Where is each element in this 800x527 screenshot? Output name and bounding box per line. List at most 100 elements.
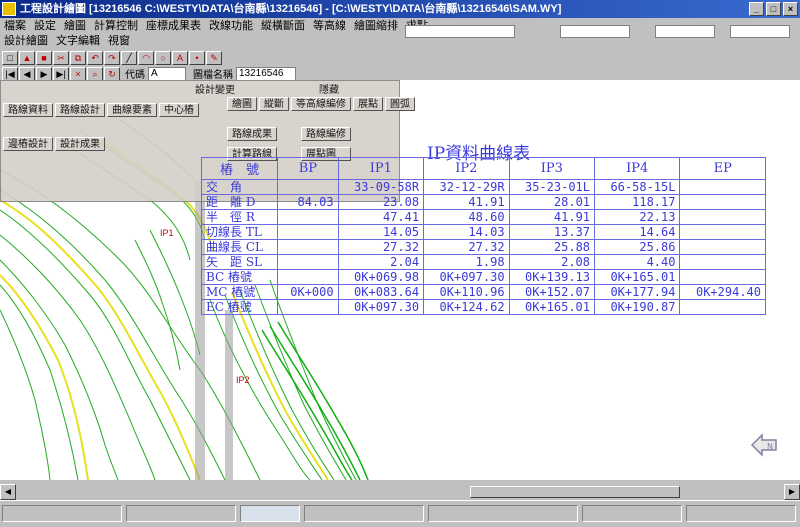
- table-header: IP3: [508, 157, 596, 180]
- delete-icon[interactable]: ×: [70, 66, 86, 81]
- tab-contour-edit[interactable]: 等高線編修: [291, 97, 351, 111]
- table-cell: [679, 179, 766, 195]
- layer-label: 圖檔名稱: [193, 70, 233, 81]
- table-cell: 41.91: [423, 194, 510, 210]
- menu-file[interactable]: 檔案: [0, 19, 30, 34]
- undo-icon[interactable]: ↶: [87, 51, 103, 65]
- table-cell: 0K+177.94: [594, 284, 681, 300]
- index-contour: [0, 274, 89, 480]
- side-route-design[interactable]: 路線設計: [55, 103, 105, 117]
- maximize-button[interactable]: □: [766, 2, 781, 16]
- menu-bar: 檔案 設定 繪圖 計算控制 座標成果表 改線功能 縱橫斷面 等高線 繪圖縮排 求…: [0, 18, 800, 50]
- redo-icon[interactable]: ↷: [104, 51, 120, 65]
- refresh-icon[interactable]: ↻: [104, 66, 120, 81]
- scroll-thumb[interactable]: [470, 486, 680, 498]
- table-row: 曲線長 CL 27.32 27.32 25.88 25.86: [200, 239, 766, 255]
- menu-draw[interactable]: 繪圖: [60, 19, 90, 34]
- arc-icon[interactable]: ◠: [138, 51, 154, 65]
- menu-design-draw[interactable]: 設計繪圖: [0, 34, 52, 49]
- side-design-results[interactable]: 設計成果: [55, 137, 105, 151]
- road-edge: [277, 321, 369, 480]
- table-cell: 32-12-29R: [423, 179, 510, 195]
- table-header: IP1: [337, 157, 425, 180]
- cut-icon[interactable]: ✂: [53, 51, 69, 65]
- table-row: 交 角 33-09-58R 32-12-29R 35-23-01L 66-58-15L: [200, 179, 766, 195]
- table-cell: 0K+069.98: [337, 269, 425, 285]
- horizontal-scrollbar[interactable]: ◀ ▶: [0, 484, 800, 500]
- panel-hide-label[interactable]: 隱藏: [319, 81, 339, 96]
- circle-icon[interactable]: ○: [155, 51, 171, 65]
- status-pane: [126, 505, 236, 522]
- table-cell: [679, 194, 766, 210]
- layer-input[interactable]: 13216546: [236, 66, 296, 81]
- menu-coordinates[interactable]: 座標成果表: [142, 19, 205, 34]
- side-curve-elements[interactable]: 曲線要素: [107, 103, 157, 117]
- panel-subtitle: 設計變更: [195, 85, 235, 96]
- code-label: 代碼: [125, 70, 145, 81]
- next-icon[interactable]: ▶: [36, 66, 52, 81]
- menu-reroute[interactable]: 改線功能: [205, 19, 257, 34]
- menu-text-edit[interactable]: 文字編輯: [52, 34, 104, 49]
- menu-settings[interactable]: 設定: [30, 19, 60, 34]
- status-pane: [2, 505, 122, 522]
- table-header-row: 樁 號 BP IP1 IP2 IP3 IP4 EP: [200, 157, 766, 180]
- status-field-4: [730, 25, 790, 38]
- first-icon[interactable]: |◀: [2, 66, 18, 81]
- side-edge-stake[interactable]: 邊樁設計: [3, 137, 53, 151]
- table-row: EC 樁號 0K+097.30 0K+124.62 0K+165.01 0K+190.8…: [200, 299, 766, 315]
- new-icon[interactable]: □: [2, 51, 18, 65]
- open-icon[interactable]: ▲: [19, 51, 35, 65]
- side-route-data[interactable]: 路線資料: [3, 103, 53, 117]
- prev-icon[interactable]: ◀: [19, 66, 35, 81]
- app-icon: [2, 2, 16, 16]
- contour-line: [239, 289, 335, 480]
- table-cell: [277, 254, 339, 270]
- last-icon[interactable]: ▶|: [53, 66, 69, 81]
- table-row: BC 樁號 0K+069.98 0K+097.30 0K+139.13 0K+165.0…: [200, 269, 766, 285]
- ip1-marker[interactable]: IP1: [160, 228, 174, 238]
- save-icon[interactable]: ■: [36, 51, 52, 65]
- copy-icon[interactable]: ⧉: [70, 51, 86, 65]
- line-icon[interactable]: ╱: [121, 51, 137, 65]
- code-input[interactable]: A: [148, 66, 186, 81]
- row-label: 切線長 TL: [200, 224, 279, 240]
- menu-draw-scale[interactable]: 繪圖縮排: [350, 19, 402, 34]
- table-cell: 1.98: [423, 254, 510, 270]
- table-cell: [679, 224, 766, 240]
- tab-plot-points[interactable]: 展點: [353, 97, 383, 111]
- table-cell: 4.40: [594, 254, 681, 270]
- contour-line: [0, 309, 51, 480]
- zoom-icon[interactable]: ⌕: [87, 66, 103, 81]
- ip2-marker[interactable]: IP2: [236, 375, 250, 385]
- table-cell: 0K+097.30: [423, 269, 510, 285]
- contour-line: [0, 234, 156, 480]
- table-cell: 118.17: [594, 194, 681, 210]
- menu-sections[interactable]: 縱橫斷面: [257, 19, 309, 34]
- table-cell: 0K+294.40: [679, 284, 766, 300]
- index-contour: [0, 199, 201, 480]
- route-results-button[interactable]: 路線成果: [227, 127, 277, 141]
- text-icon[interactable]: A: [172, 51, 188, 65]
- menu-calc-control[interactable]: 計算控制: [90, 19, 142, 34]
- table-row: 矢 距 SL 2.04 1.98 2.08 4.40: [200, 254, 766, 270]
- scroll-left-icon[interactable]: ◀: [0, 484, 16, 500]
- table-row: MC 樁號 0K+000 0K+083.64 0K+110.96 0K+152.07 0K…: [200, 284, 766, 300]
- point-icon[interactable]: •: [189, 51, 205, 65]
- table-cell: 23.08: [337, 194, 425, 210]
- table-row: 切線長 TL 14.05 14.03 13.37 14.64: [200, 224, 766, 240]
- menu-contours[interactable]: 等高線: [309, 19, 350, 34]
- side-centerline[interactable]: 中心樁: [159, 103, 199, 117]
- close-button[interactable]: ×: [783, 2, 798, 16]
- menu-window[interactable]: 視窗: [104, 34, 134, 49]
- tab-profile[interactable]: 縱斷: [259, 97, 289, 111]
- table-cell: 41.91: [508, 209, 596, 225]
- route-edit-button[interactable]: 路線編修: [301, 127, 351, 141]
- tab-arc[interactable]: 圓弧: [385, 97, 415, 111]
- minimize-button[interactable]: _: [749, 2, 764, 16]
- table-cell: [679, 209, 766, 225]
- tab-draw[interactable]: 繪圖: [227, 97, 257, 111]
- contour-line: [134, 239, 181, 371]
- table-header: IP4: [594, 157, 681, 180]
- scroll-right-icon[interactable]: ▶: [784, 484, 800, 500]
- pen-icon[interactable]: ✎: [206, 51, 222, 65]
